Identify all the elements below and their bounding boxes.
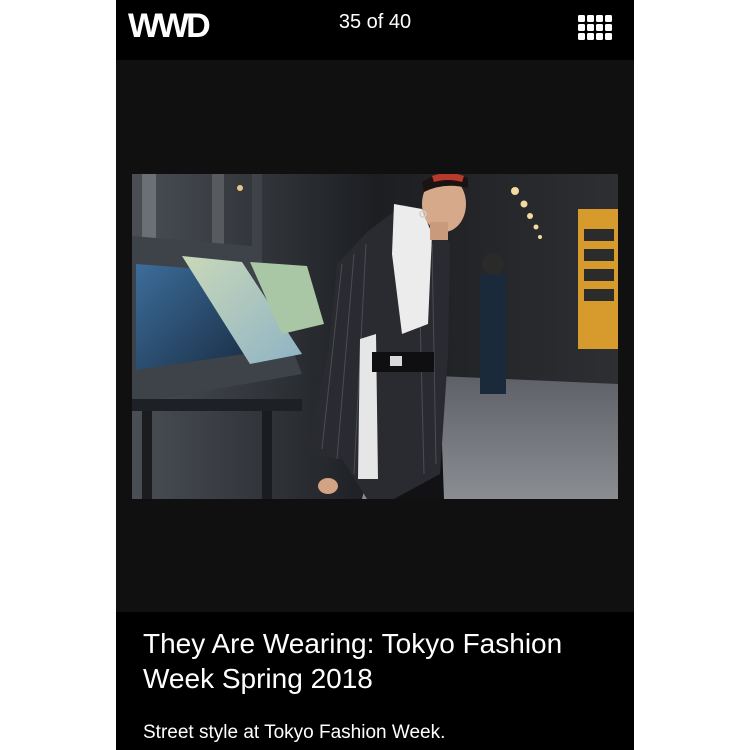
top-bar: WWD 35 of 40 bbox=[116, 0, 634, 60]
grid-dot bbox=[605, 15, 612, 22]
slide-counter: 35 of 40 bbox=[338, 11, 412, 33]
grid-dot bbox=[587, 33, 594, 40]
photo-illustration bbox=[132, 174, 618, 499]
grid-dot bbox=[596, 33, 603, 40]
slide-caption: They Are Wearing: Tokyo Fashion Week Spr… bbox=[116, 612, 634, 750]
grid-dot bbox=[596, 15, 603, 22]
slide-description: Street style at Tokyo Fashion Week. bbox=[143, 722, 446, 743]
grid-dot bbox=[578, 33, 585, 40]
slide-title[interactable]: They Are Wearing: Tokyo Fashion Week Spr… bbox=[143, 626, 613, 696]
grid-dot bbox=[605, 24, 612, 31]
slide-photo[interactable] bbox=[132, 174, 618, 499]
grid-dot bbox=[578, 24, 585, 31]
grid-icon[interactable] bbox=[578, 15, 612, 41]
grid-dot bbox=[578, 15, 585, 22]
grid-dot bbox=[596, 24, 603, 31]
gallery-screen: WWD 35 of 40 They Are Wearing: Tokyo Fas… bbox=[116, 0, 634, 750]
grid-dot bbox=[605, 33, 612, 40]
grid-dot bbox=[587, 24, 594, 31]
grid-dot bbox=[587, 15, 594, 22]
slide-stage[interactable] bbox=[116, 60, 634, 612]
